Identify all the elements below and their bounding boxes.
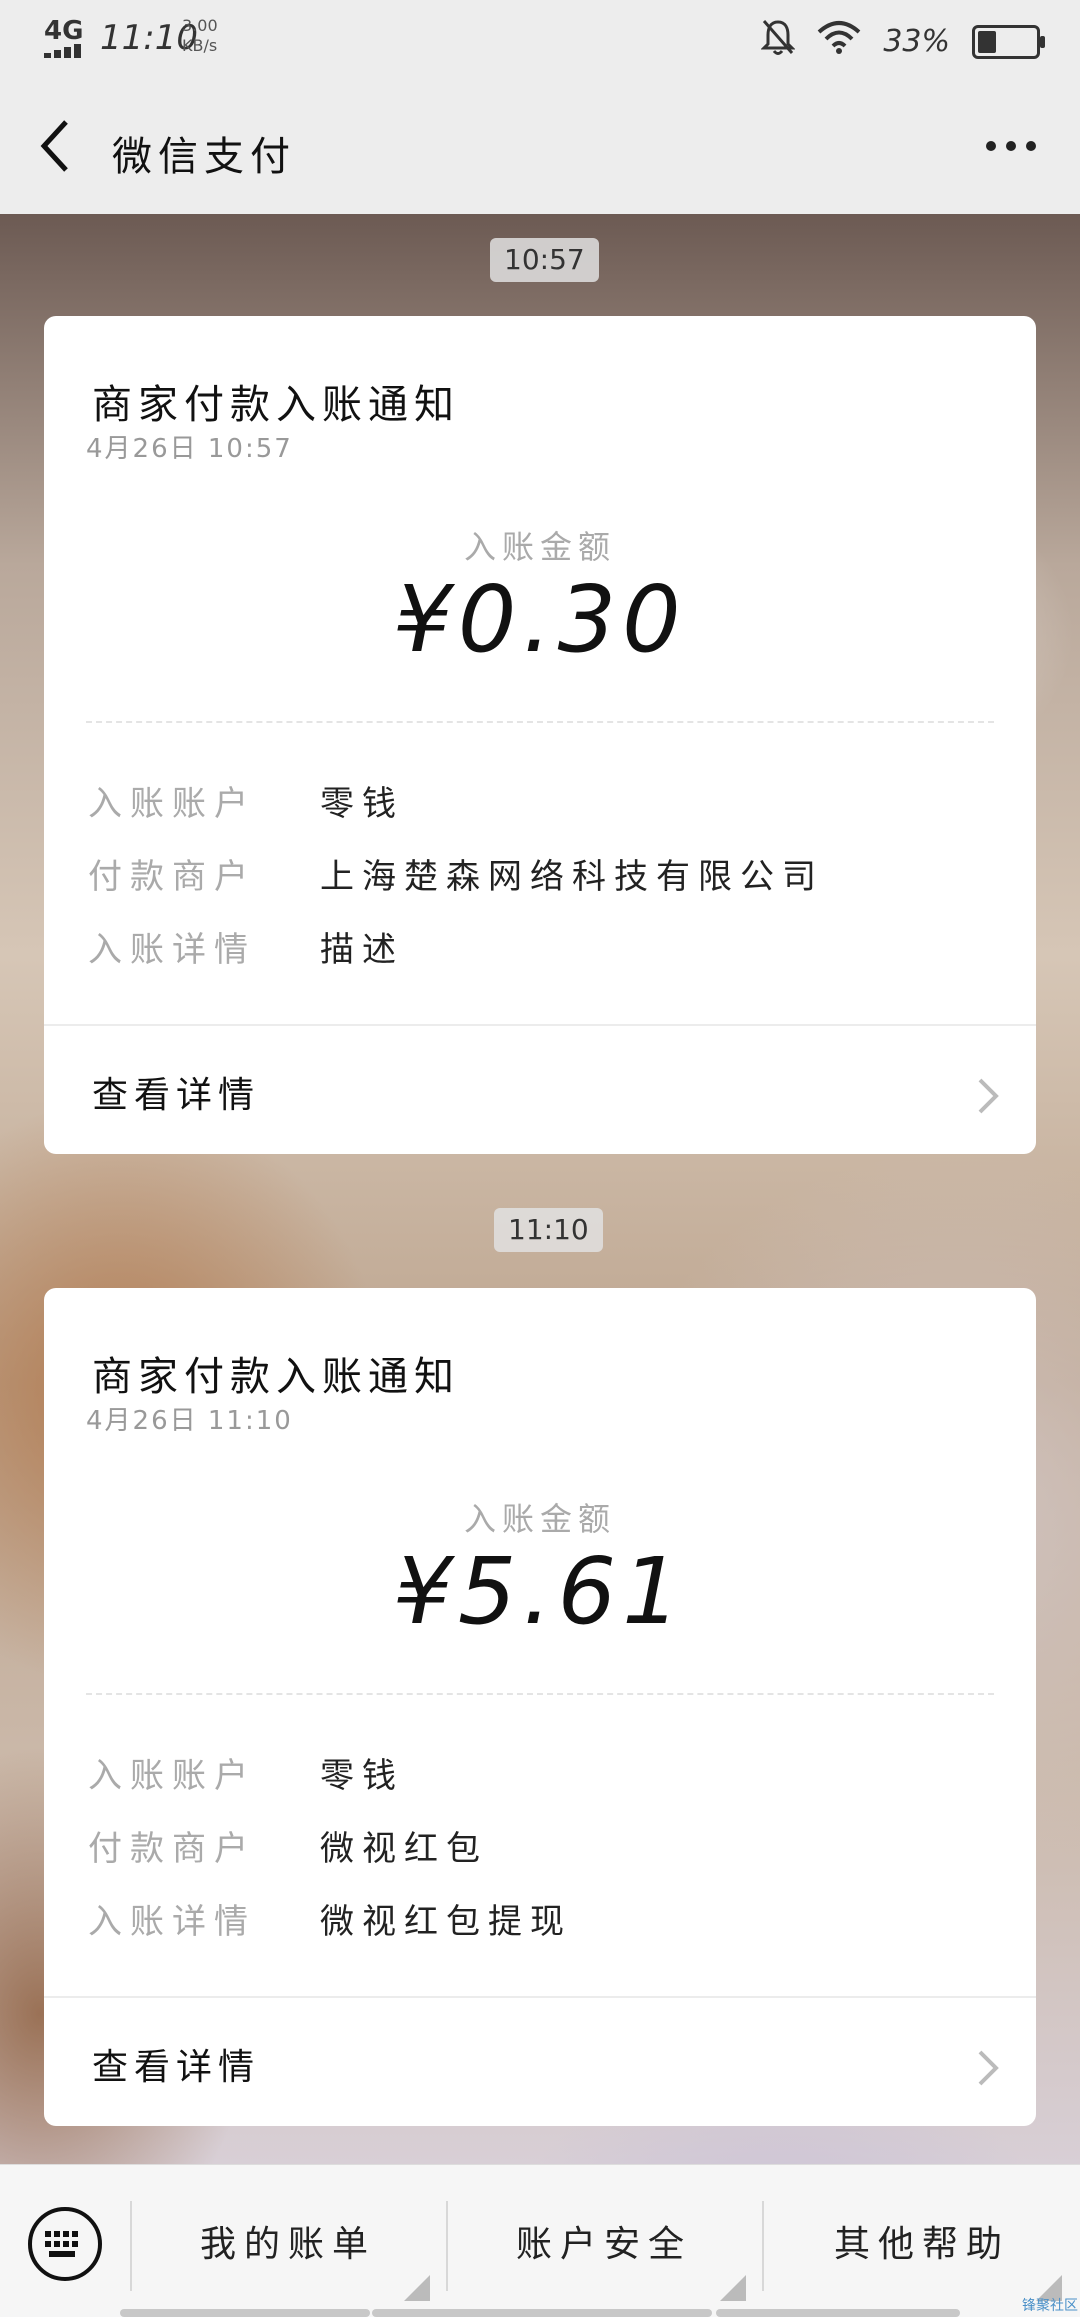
view-details-link[interactable]: 查看详情	[92, 2038, 260, 2090]
row-key: 入账账户	[88, 784, 256, 824]
battery-icon	[972, 24, 1045, 59]
row-value: 零钱	[320, 784, 404, 824]
row-key: 入账详情	[88, 1902, 256, 1942]
mute-notification-icon	[760, 18, 796, 65]
bottom-menu: 我的账单 账户安全 其他帮助 锋聚社区	[0, 2164, 1080, 2317]
row-key: 付款商户	[88, 1829, 256, 1869]
chevron-right-icon[interactable]	[976, 2048, 1000, 2088]
chevron-right-icon[interactable]	[976, 1076, 1000, 1116]
row-key: 入账详情	[88, 930, 256, 970]
network-speed: 3.00 KB/s	[182, 16, 218, 55]
card-date: 4月26日 10:57	[86, 434, 293, 464]
divider	[44, 1996, 1036, 1998]
message-time-chip: 10:57	[490, 238, 599, 282]
divider	[44, 1024, 1036, 1026]
amount-label: 入账金额	[463, 1500, 616, 1538]
detail-row: 付款商户 微视红包	[88, 1821, 488, 1870]
detail-row: 入账详情 描述	[88, 922, 404, 971]
submenu-indicator-icon	[720, 2275, 746, 2301]
payment-notification-card: 商家付款入账通知 4月26日 10:57 入账金额 ¥0.30 入账账户 零钱 …	[44, 316, 1036, 1154]
row-value: 描述	[320, 930, 404, 970]
keyboard-icon[interactable]	[28, 2207, 102, 2281]
card-date: 4月26日 11:10	[86, 1406, 293, 1436]
more-options-icon[interactable]	[984, 138, 1038, 152]
row-value: 微视红包	[320, 1829, 488, 1869]
amount-value: ¥5.61	[393, 1538, 687, 1645]
page-title: 微信支付	[112, 134, 296, 180]
amount-value: ¥0.30	[393, 566, 687, 673]
row-value: 零钱	[320, 1756, 404, 1796]
amount-label: 入账金额	[463, 528, 616, 566]
detail-row: 入账账户 零钱	[88, 776, 404, 825]
divider	[86, 721, 994, 723]
view-details-link[interactable]: 查看详情	[92, 1066, 260, 1118]
submenu-indicator-icon	[404, 2275, 430, 2301]
watermark: 锋聚社区	[1022, 2298, 1078, 2314]
row-key: 入账账户	[88, 1756, 256, 1796]
title-bar: 微信支付	[0, 80, 1080, 214]
row-value: 上海楚森网络科技有限公司	[320, 857, 824, 897]
card-title: 商家付款入账通知	[92, 1354, 460, 1400]
menu-item-account-security[interactable]: 账户安全	[448, 2165, 760, 2317]
detail-row: 付款商户 上海楚森网络科技有限公司	[88, 849, 824, 898]
menu-item-my-bills[interactable]: 我的账单	[132, 2165, 444, 2317]
row-value: 微视红包提现	[320, 1902, 572, 1942]
divider	[86, 1693, 994, 1695]
battery-percent: 33%	[883, 24, 950, 59]
row-key: 付款商户	[88, 857, 256, 897]
network-type: 4G	[44, 16, 84, 46]
back-arrow-icon[interactable]	[36, 116, 76, 176]
signal-icon	[44, 44, 90, 58]
message-time-chip: 11:10	[494, 1208, 603, 1252]
payment-notification-card: 商家付款入账通知 4月26日 11:10 入账金额 ¥5.61 入账账户 零钱 …	[44, 1288, 1036, 2126]
card-title: 商家付款入账通知	[92, 382, 460, 428]
status-bar: 4G 11:10 3.00 KB/s 33%	[0, 0, 1080, 80]
detail-row: 入账账户 零钱	[88, 1748, 404, 1797]
wifi-icon	[817, 20, 861, 63]
detail-row: 入账详情 微视红包提现	[88, 1894, 572, 1943]
